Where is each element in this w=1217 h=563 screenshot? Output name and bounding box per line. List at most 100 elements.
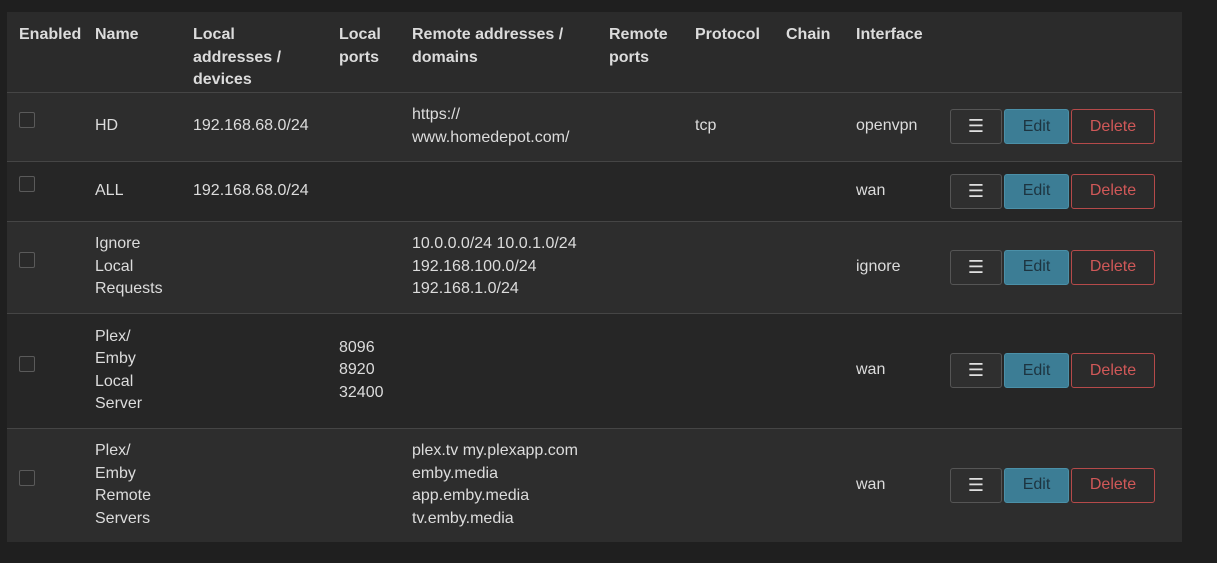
table-row: Plex/ Emby Remote Servers plex.tv my.ple… bbox=[7, 428, 1182, 542]
policy-routing-table: Enabled Name Local addresses / devices L… bbox=[7, 12, 1182, 542]
delete-button[interactable]: Delete bbox=[1071, 173, 1155, 209]
interface-cell: wan bbox=[856, 475, 886, 493]
name-cell: ALL bbox=[95, 161, 193, 221]
enabled-checkbox[interactable] bbox=[19, 470, 35, 487]
rules-table: Enabled Name Local addresses / devices L… bbox=[7, 12, 1182, 542]
remote-ports-cell bbox=[609, 92, 695, 161]
rule-name: Plex/ Emby Local Server bbox=[95, 327, 143, 413]
remote-ports-cell bbox=[609, 161, 695, 221]
actions-cell: ☰ Edit Delete bbox=[950, 92, 1182, 161]
remote-ports-cell bbox=[609, 313, 695, 428]
remote-ports-cell bbox=[609, 221, 695, 313]
interface-cell: ignore bbox=[856, 257, 901, 275]
enabled-cell bbox=[7, 161, 95, 221]
delete-button[interactable]: Delete bbox=[1071, 249, 1155, 285]
delete-button[interactable]: Delete bbox=[1071, 353, 1155, 388]
protocol-cell bbox=[695, 161, 786, 221]
delete-button[interactable]: Delete bbox=[1071, 109, 1155, 144]
edit-button[interactable]: Edit bbox=[1004, 249, 1069, 285]
actions-cell: ☰ Edit Delete bbox=[950, 313, 1182, 428]
local-cell bbox=[193, 313, 339, 428]
edit-button[interactable]: Edit bbox=[1004, 353, 1069, 388]
chain-cell bbox=[786, 313, 856, 428]
menu-button[interactable]: ☰ bbox=[950, 353, 1002, 388]
enabled-checkbox[interactable] bbox=[19, 355, 35, 372]
col-name-header: Name bbox=[95, 12, 193, 93]
table-row: Plex/ Emby Local Server 8096 8920 32400 … bbox=[7, 313, 1182, 428]
remote-cell: plex.tv my.plexapp.com emby.media app.em… bbox=[412, 428, 609, 542]
col-remote-addresses-label: Remote addresses / domains bbox=[412, 26, 564, 66]
col-protocol-header: Protocol bbox=[695, 12, 786, 93]
col-actions-header bbox=[950, 12, 1182, 93]
col-local-ports-label: Local ports bbox=[339, 26, 381, 66]
col-enabled-header: Enabled bbox=[7, 12, 95, 93]
interface-cell: wan bbox=[856, 181, 886, 199]
col-remote-ports-label: Remote ports bbox=[609, 26, 668, 66]
remote-value: https:// www.homedepot.com/ bbox=[412, 106, 570, 146]
name-cell: HD bbox=[95, 92, 193, 161]
col-local-ports-header: Local ports bbox=[339, 12, 412, 93]
rule-name: ALL bbox=[95, 181, 124, 199]
col-chain-header: Chain bbox=[786, 12, 856, 93]
table-row: HD 192.168.68.0/24 https:// www.homedepo… bbox=[7, 92, 1182, 161]
interface-cell: wan bbox=[856, 361, 886, 379]
edit-button[interactable]: Edit bbox=[1004, 467, 1069, 503]
menu-button[interactable]: ☰ bbox=[950, 249, 1002, 285]
remote-ports-cell bbox=[609, 428, 695, 542]
local-ports-cell bbox=[339, 221, 412, 313]
table-row: Ignore Local Requests 10.0.0.0/24 10.0.1… bbox=[7, 221, 1182, 313]
table-row: ALL 192.168.68.0/24 wan ☰ Edit Delete bbox=[7, 161, 1182, 221]
enabled-checkbox[interactable] bbox=[19, 252, 35, 269]
name-cell: Plex/ Emby Remote Servers bbox=[95, 428, 193, 542]
rule-name: HD bbox=[95, 117, 119, 135]
menu-button[interactable]: ☰ bbox=[950, 467, 1002, 503]
remote-cell: 10.0.0.0/24 10.0.1.0/24 192.168.100.0/24… bbox=[412, 221, 609, 313]
protocol-cell bbox=[695, 428, 786, 542]
enabled-cell bbox=[7, 221, 95, 313]
local-cell: 192.168.68.0/24 bbox=[193, 117, 309, 135]
edit-button[interactable]: Edit bbox=[1004, 173, 1069, 209]
col-local-addresses-label: Local addresses / devices bbox=[193, 26, 282, 88]
enabled-cell bbox=[7, 428, 95, 542]
protocol-cell: tcp bbox=[695, 117, 717, 135]
table-body: HD 192.168.68.0/24 https:// www.homedepo… bbox=[7, 92, 1182, 542]
protocol-cell bbox=[695, 221, 786, 313]
enabled-checkbox[interactable] bbox=[19, 111, 35, 128]
enabled-checkbox[interactable] bbox=[19, 176, 35, 193]
col-interface-header: Interface bbox=[856, 12, 950, 93]
chain-cell bbox=[786, 428, 856, 542]
chain-cell bbox=[786, 161, 856, 221]
rule-name: Ignore Local Requests bbox=[95, 235, 163, 298]
name-cell: Plex/ Emby Local Server bbox=[95, 313, 193, 428]
remote-cell: https:// www.homedepot.com/ bbox=[412, 92, 609, 161]
col-remote-ports-header: Remote ports bbox=[609, 12, 695, 93]
remote-value: 10.0.0.0/24 10.0.1.0/24 192.168.100.0/24… bbox=[412, 235, 577, 298]
local-ports-value: 8096 8920 32400 bbox=[339, 338, 384, 401]
remote-value: plex.tv my.plexapp.com emby.media app.em… bbox=[412, 442, 578, 527]
col-local-addresses-header: Local addresses / devices bbox=[193, 12, 339, 93]
local-cell bbox=[193, 428, 339, 542]
remote-cell bbox=[412, 313, 609, 428]
local-cell bbox=[193, 221, 339, 313]
name-cell: Ignore Local Requests bbox=[95, 221, 193, 313]
remote-cell bbox=[412, 161, 609, 221]
table-header: Enabled Name Local addresses / devices L… bbox=[7, 12, 1182, 93]
actions-cell: ☰ Edit Delete bbox=[950, 428, 1182, 542]
local-ports-cell bbox=[339, 161, 412, 221]
rule-name: Plex/ Emby Remote Servers bbox=[95, 442, 152, 527]
chain-cell bbox=[786, 92, 856, 161]
enabled-cell bbox=[7, 313, 95, 428]
edit-button[interactable]: Edit bbox=[1004, 109, 1069, 144]
protocol-cell bbox=[695, 313, 786, 428]
menu-button[interactable]: ☰ bbox=[950, 109, 1002, 144]
enabled-cell bbox=[7, 92, 95, 161]
menu-button[interactable]: ☰ bbox=[950, 173, 1002, 209]
local-cell: 192.168.68.0/24 bbox=[193, 181, 309, 199]
chain-cell bbox=[786, 221, 856, 313]
col-remote-addresses-header: Remote addresses / domains bbox=[412, 12, 609, 93]
local-ports-cell: 8096 8920 32400 bbox=[339, 313, 412, 428]
local-ports-cell bbox=[339, 92, 412, 161]
delete-button[interactable]: Delete bbox=[1071, 467, 1155, 503]
actions-cell: ☰ Edit Delete bbox=[950, 161, 1182, 221]
actions-cell: ☰ Edit Delete bbox=[950, 221, 1182, 313]
